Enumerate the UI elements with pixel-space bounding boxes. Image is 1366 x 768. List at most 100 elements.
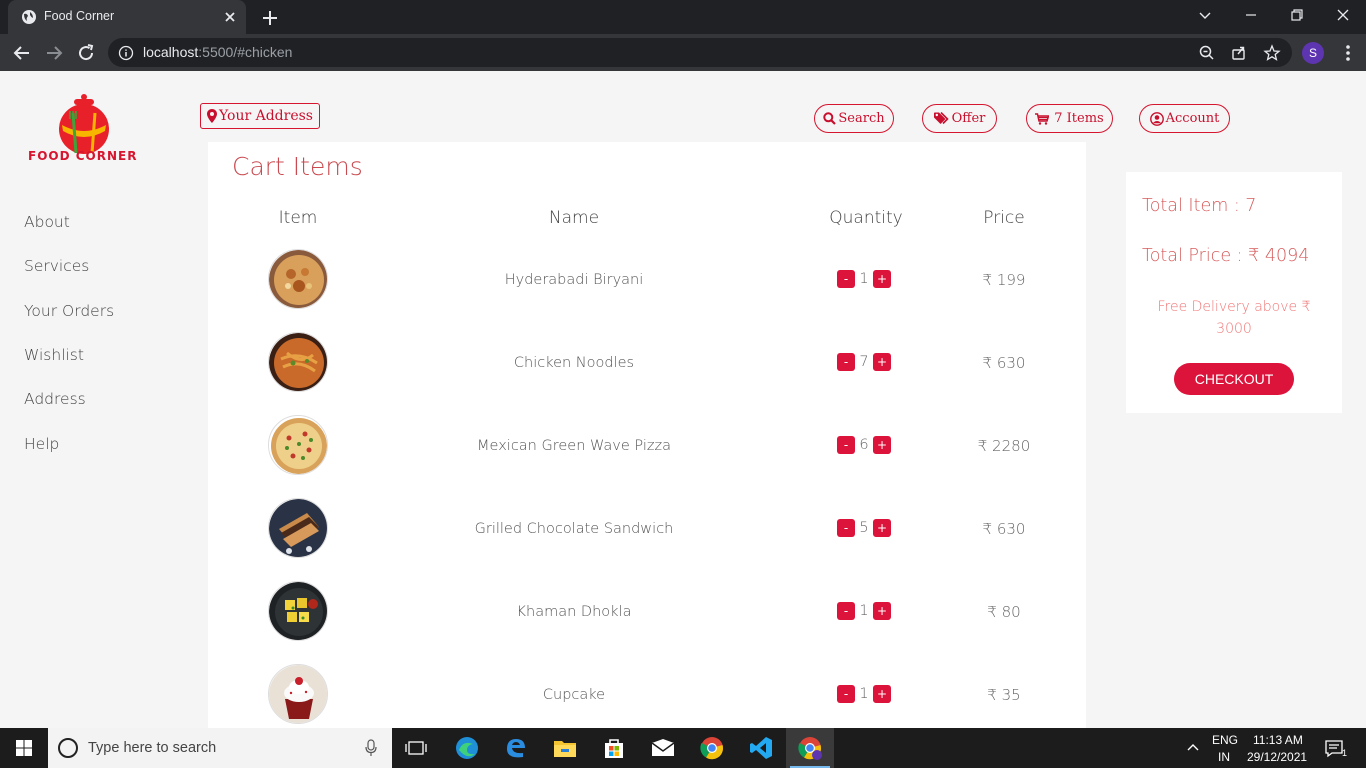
file-explorer-icon[interactable]	[541, 728, 589, 768]
item-name: Cupcake	[542, 687, 606, 703]
checkout-button[interactable]: CHECKOUT	[1174, 363, 1294, 395]
chrome-icon[interactable]	[688, 728, 736, 768]
offer-button[interactable]: Offer	[922, 104, 997, 133]
edge-legacy-icon[interactable]	[492, 728, 540, 768]
reload-icon[interactable]	[74, 41, 98, 65]
language-bottom[interactable]: IN	[1218, 750, 1230, 764]
sidebar-item-help[interactable]: Help	[24, 435, 59, 453]
tab-search-chevron-icon[interactable]	[1192, 4, 1218, 26]
item-price: ₹ 630	[982, 354, 1026, 372]
quantity-value: 1	[859, 686, 869, 702]
total-items: Total Item : 7	[1142, 196, 1257, 216]
sidebar-item-your-orders[interactable]: Your Orders	[24, 302, 114, 320]
vscode-icon[interactable]	[737, 728, 785, 768]
tray-chevron-up-icon[interactable]	[1186, 742, 1200, 752]
quantity-stepper: - 1 +	[837, 685, 891, 703]
share-icon[interactable]	[1230, 44, 1248, 62]
taskbar-search-box[interactable]: Type here to search	[48, 728, 392, 768]
your-address-button[interactable]: Your Address	[200, 103, 320, 129]
menu-dots-icon[interactable]	[1340, 42, 1356, 64]
quantity-value: 1	[859, 271, 869, 287]
total-price: Total Price : ₹ 4094	[1142, 246, 1310, 266]
quantity-value: 7	[859, 354, 869, 370]
notification-center-icon[interactable]	[1324, 738, 1344, 758]
increase-quantity-button[interactable]: +	[873, 353, 891, 371]
url-text: localhost:5500/#chicken	[143, 44, 293, 60]
item-price: ₹ 199	[982, 271, 1026, 289]
address-bar[interactable]: localhost:5500/#chicken	[108, 38, 1292, 67]
sidebar-item-services[interactable]: Services	[24, 257, 89, 275]
quantity-stepper: - 7 +	[837, 353, 891, 371]
cart-panel: Cart Items Item Name Quantity Price Hyde…	[208, 142, 1086, 728]
microsoft-store-icon[interactable]	[590, 728, 638, 768]
item-price: ₹ 630	[982, 520, 1026, 538]
item-price: ₹ 35	[987, 686, 1021, 704]
order-summary-card: Total Item : 7 Total Price : ₹ 4094 Free…	[1126, 172, 1342, 413]
chrome-profile-active-icon[interactable]	[786, 728, 834, 768]
new-tab-icon[interactable]	[258, 6, 282, 30]
food-image-dhokla	[268, 581, 328, 641]
clock-time[interactable]: 11:13 AM	[1253, 733, 1303, 747]
increase-quantity-button[interactable]: +	[873, 602, 891, 620]
search-button[interactable]: Search	[814, 104, 894, 133]
account-button[interactable]: Account	[1139, 104, 1230, 133]
windows-start-icon[interactable]	[0, 728, 48, 768]
item-price: ₹ 2280	[977, 437, 1031, 455]
browser-tab-strip: Food Corner	[0, 0, 1366, 34]
cart-row: Grilled Chocolate Sandwich - 5 + ₹ 630	[208, 498, 1086, 581]
quantity-stepper: - 1 +	[837, 602, 891, 620]
cart-title: Cart Items	[232, 152, 363, 181]
account-label: Account	[1165, 111, 1220, 126]
sidebar-item-address[interactable]: Address	[24, 390, 86, 408]
notification-count: 1	[1342, 748, 1348, 758]
increase-quantity-button[interactable]: +	[873, 685, 891, 703]
search-icon	[823, 112, 837, 125]
sidebar-item-wishlist[interactable]: Wishlist	[24, 346, 84, 364]
decrease-quantity-button[interactable]: -	[837, 270, 855, 288]
cart-count-label: 7 Items	[1054, 111, 1104, 126]
food-image-cupcake	[268, 664, 328, 724]
decrease-quantity-button[interactable]: -	[837, 685, 855, 703]
clock-date[interactable]: 29/12/2021	[1247, 750, 1307, 764]
cart-row: Mexican Green Wave Pizza - 6 + ₹ 2280	[208, 415, 1086, 498]
shopping-cart-icon	[1035, 112, 1050, 125]
page-content: FOOD CORNER Your Address Search Offer 7 …	[0, 71, 1366, 728]
mail-icon[interactable]	[639, 728, 687, 768]
quantity-stepper: - 1 +	[837, 270, 891, 288]
decrease-quantity-button[interactable]: -	[837, 436, 855, 454]
decrease-quantity-button[interactable]: -	[837, 353, 855, 371]
task-view-icon[interactable]	[392, 728, 440, 768]
column-header-name: Name	[548, 208, 600, 228]
tab-title: Food Corner	[44, 9, 115, 23]
cart-row: Cupcake - 1 + ₹ 35	[208, 664, 1086, 728]
site-info-icon[interactable]	[118, 45, 134, 61]
minimize-icon[interactable]	[1238, 4, 1264, 26]
close-window-icon[interactable]	[1330, 4, 1356, 26]
restore-icon[interactable]	[1284, 4, 1310, 26]
tags-icon	[933, 112, 949, 125]
zoom-icon[interactable]	[1198, 44, 1216, 62]
cortana-icon	[58, 738, 78, 758]
language-top[interactable]: ENG	[1212, 733, 1238, 747]
item-name: Mexican Green Wave Pizza	[477, 438, 671, 454]
profile-avatar[interactable]: S	[1302, 42, 1324, 64]
increase-quantity-button[interactable]: +	[873, 436, 891, 454]
cart-button[interactable]: 7 Items	[1026, 104, 1113, 133]
back-arrow-icon[interactable]	[10, 41, 34, 65]
increase-quantity-button[interactable]: +	[873, 519, 891, 537]
edge-new-icon[interactable]	[443, 728, 491, 768]
forward-arrow-icon[interactable]	[42, 41, 66, 65]
bookmark-star-icon[interactable]	[1263, 44, 1281, 62]
decrease-quantity-button[interactable]: -	[837, 519, 855, 537]
increase-quantity-button[interactable]: +	[873, 270, 891, 288]
cart-row: Khaman Dhokla - 1 + ₹ 80	[208, 581, 1086, 664]
decrease-quantity-button[interactable]: -	[837, 602, 855, 620]
microphone-icon[interactable]	[364, 739, 378, 757]
map-marker-icon	[207, 109, 217, 123]
search-label: Search	[838, 111, 885, 126]
offer-label: Offer	[951, 111, 986, 126]
browser-tab[interactable]: Food Corner	[8, 0, 246, 34]
close-icon[interactable]	[220, 7, 240, 27]
quantity-stepper: - 5 +	[837, 519, 891, 537]
sidebar-item-about[interactable]: About	[24, 213, 70, 231]
